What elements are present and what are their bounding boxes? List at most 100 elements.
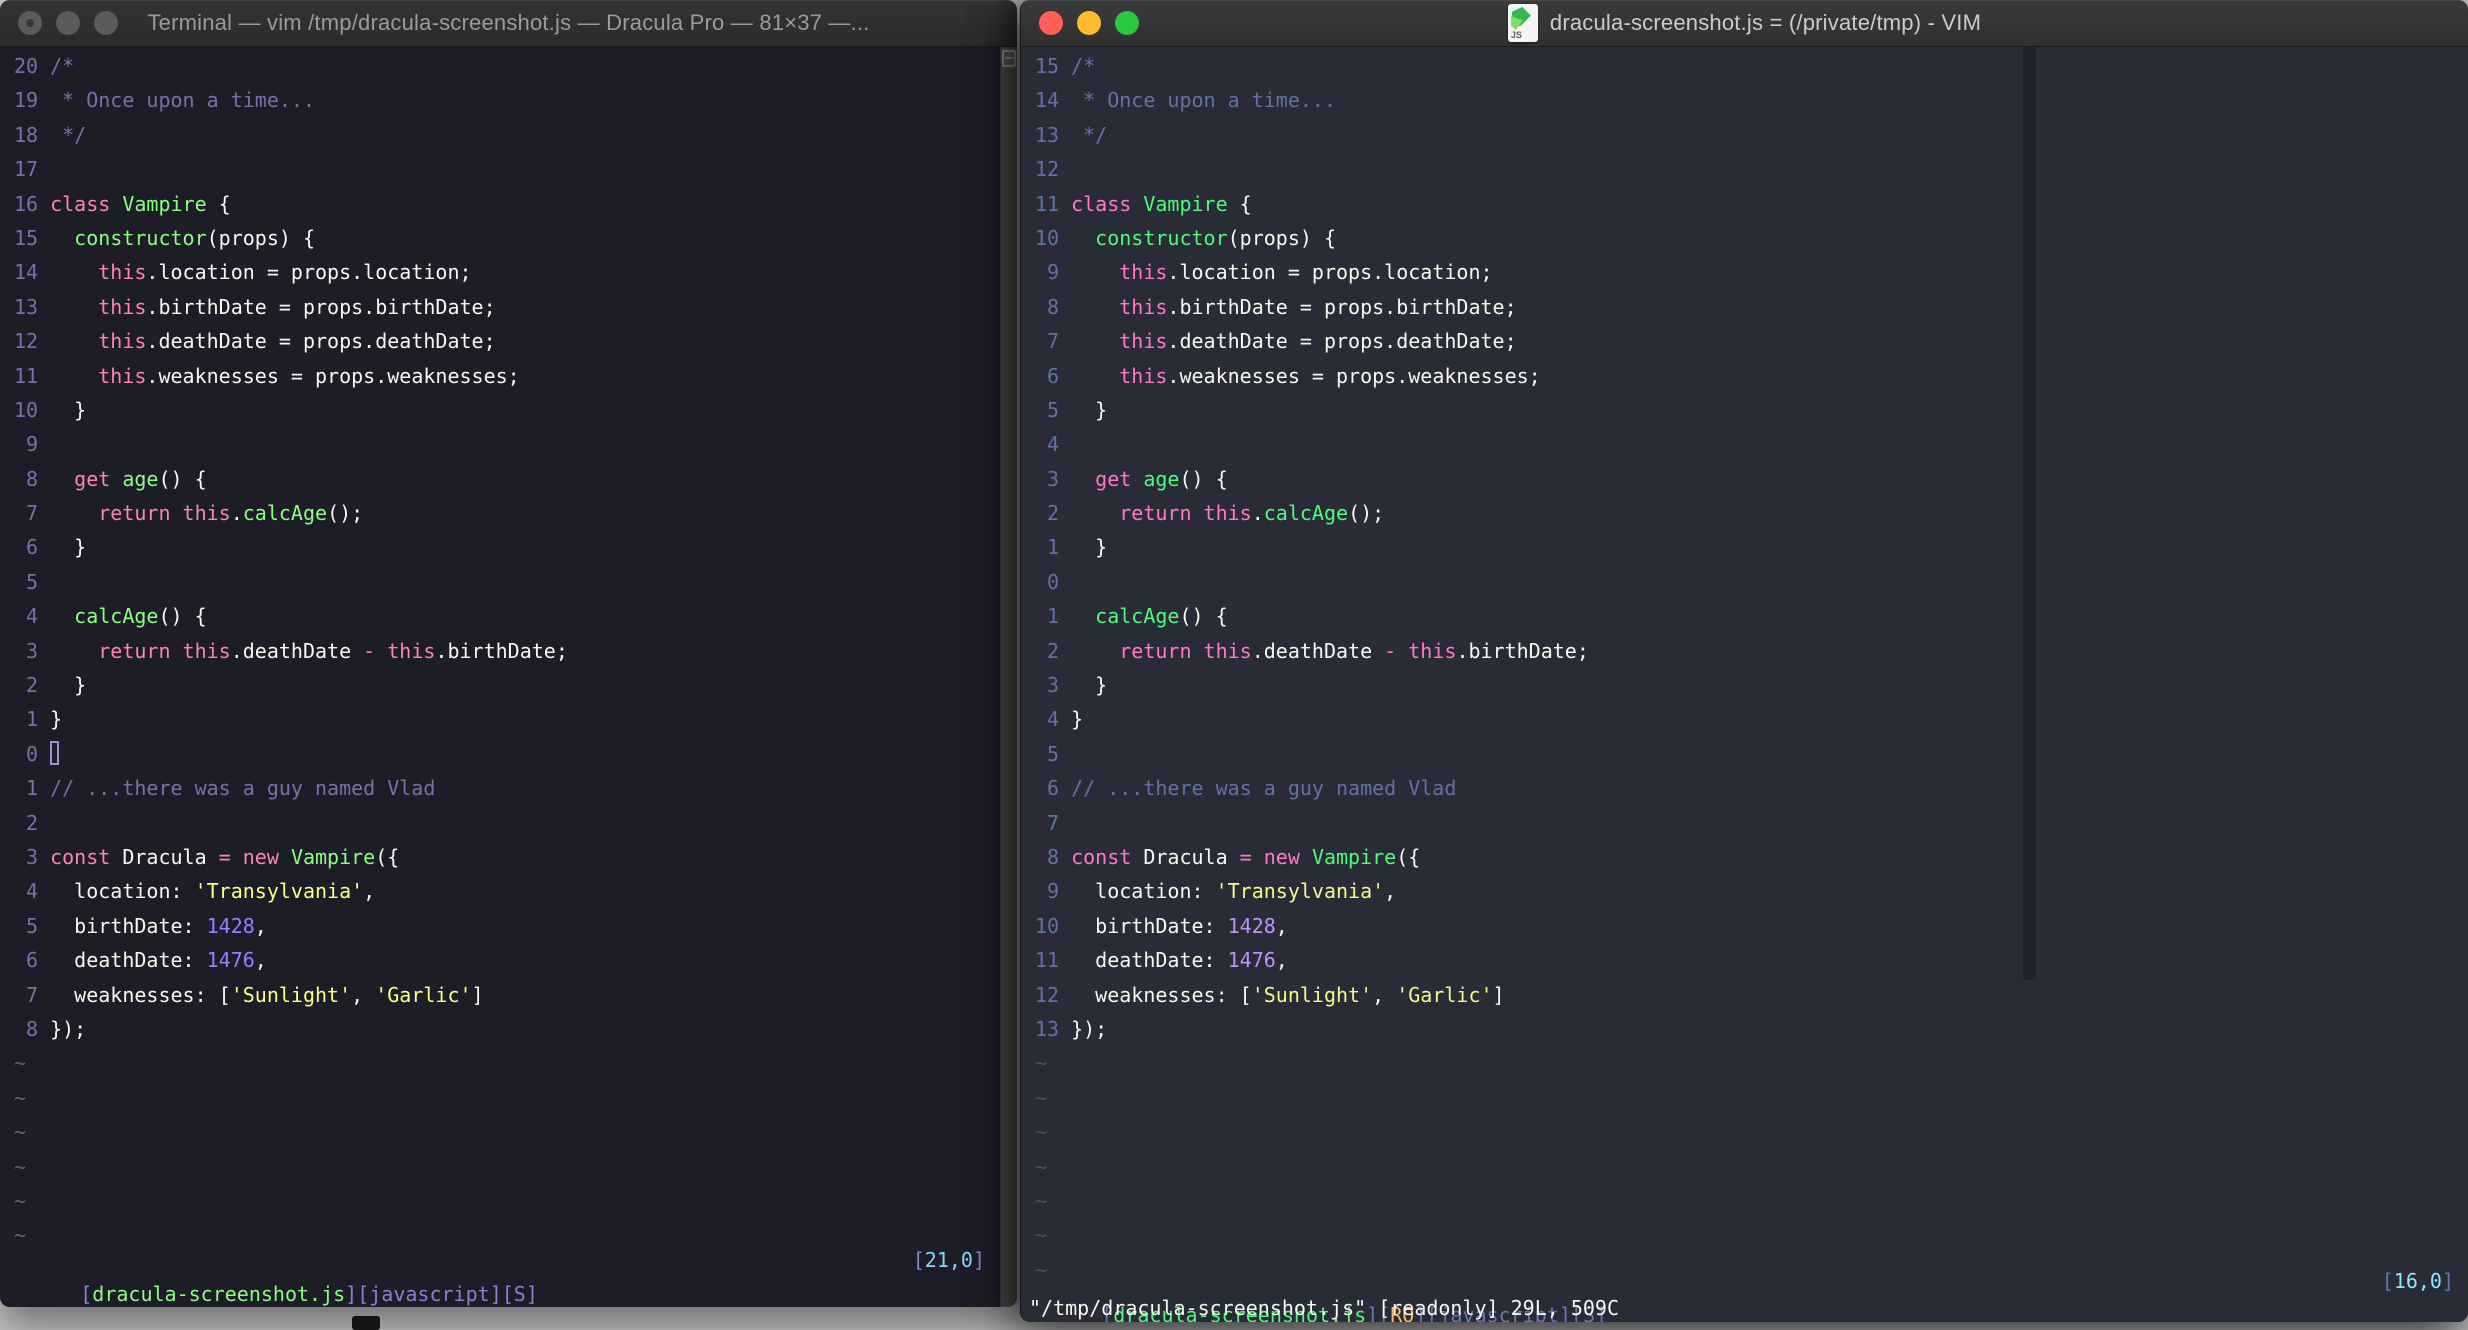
text-segment: [171, 501, 183, 525]
text-segment: 21,0: [924, 1248, 973, 1272]
line-number: 6: [1047, 776, 1060, 801]
code-line[interactable]: 8 get age() {: [0, 462, 1017, 496]
text-segment: ();: [1348, 501, 1385, 526]
code-line[interactable]: 1 // ...there was a guy named Vlad: [0, 771, 1017, 805]
zoom-button[interactable]: [1115, 11, 1139, 35]
code-line[interactable]: 13});: [1021, 1012, 2468, 1046]
text-segment: [1071, 329, 1119, 353]
code-line[interactable]: 9 location: 'Transylvania',: [1021, 874, 2468, 908]
code-line[interactable]: 14 this.location = props.location;: [0, 255, 1017, 289]
code-line[interactable]: 8 this.birthDate = props.birthDate;: [1021, 290, 2468, 324]
code-line[interactable]: 15 constructor(props) {: [0, 221, 1017, 255]
left-buffer[interactable]: 20/* 19 * Once upon a time... 18 */17 16 cla…: [0, 49, 1017, 1253]
text-segment: calcAge: [242, 501, 328, 526]
code-line[interactable]: 0: [1021, 565, 2468, 599]
split-pane-button[interactable]: [1002, 50, 1016, 67]
code-line[interactable]: 6 deathDate: 1476,: [0, 943, 1017, 977]
code-line[interactable]: 4 location: 'Transylvania',: [0, 874, 1017, 908]
code-line[interactable]: 7 return this.calcAge();: [0, 496, 1017, 530]
code-line[interactable]: 2 return this.deathDate - this.birthDate…: [1021, 634, 2468, 668]
code-line[interactable]: 2 }: [0, 668, 1017, 702]
code-line[interactable]: 4: [1021, 427, 2468, 461]
code-line[interactable]: 6 this.weaknesses = props.weaknesses;: [1021, 359, 2468, 393]
macvim-titlebar[interactable]: JS dracula-screenshot.js = (/private/tmp…: [1021, 0, 2468, 47]
code-line[interactable]: 6 // ...there was a guy named Vlad: [1021, 771, 2468, 805]
text-segment: .birthDate;: [435, 638, 568, 663]
code-line[interactable]: 18 */: [0, 118, 1017, 152]
line-number: 4: [1047, 707, 1060, 732]
code-line[interactable]: 9 this.location = props.location;: [1021, 255, 2468, 289]
text-segment: ,: [363, 879, 376, 904]
zoom-button[interactable]: [94, 11, 118, 35]
document-js-icon[interactable]: JS: [1507, 4, 1538, 42]
code-line[interactable]: 3 get age() {: [1021, 462, 2468, 496]
scrollbar[interactable]: [1000, 47, 1017, 1307]
text-segment: return: [98, 501, 171, 526]
code-line[interactable]: 17: [0, 152, 1017, 186]
code-line[interactable]: 8 const Dracula = new Vampire({: [1021, 840, 2468, 874]
line-number: 11: [14, 363, 39, 388]
line-number: 10: [1035, 913, 1060, 938]
code-line[interactable]: 5: [1021, 737, 2468, 771]
code-line[interactable]: 1}: [0, 702, 1017, 736]
code-line[interactable]: 10 constructor(props) {: [1021, 221, 2468, 255]
code-line[interactable]: 9: [0, 427, 1017, 461]
text-segment: Vampire: [122, 191, 207, 216]
text-segment: [1071, 604, 1095, 628]
macvim-window: JS dracula-screenshot.js = (/private/tmp…: [1020, 0, 2468, 1322]
right-buffer[interactable]: 15/* 14 * Once upon a time... 13 */12 11 cla…: [1021, 49, 2468, 1287]
line-number: 13: [1035, 122, 1060, 147]
code-line[interactable]: 3 const Dracula = new Vampire({: [0, 840, 1017, 874]
text-segment: deathDate:: [50, 948, 207, 973]
code-line[interactable]: 16 class Vampire {: [0, 187, 1017, 221]
code-line[interactable]: 13 */: [1021, 118, 2468, 152]
code-line[interactable]: 12 this.deathDate = props.deathDate;: [0, 324, 1017, 358]
text-segment: get: [74, 466, 111, 491]
code-line[interactable]: 20 /*: [0, 49, 1017, 83]
close-button[interactable]: [1039, 11, 1063, 35]
code-line[interactable]: 4}: [1021, 702, 2468, 736]
code-line[interactable]: 12: [1021, 152, 2468, 186]
code-line[interactable]: 5 }: [1021, 393, 2468, 427]
code-line[interactable]: 7: [1021, 806, 2468, 840]
text-segment: new: [1263, 844, 1300, 869]
text-segment: [1071, 295, 1119, 319]
code-line[interactable]: 12 weaknesses: ['Sunlight', 'Garlic']: [1021, 978, 2468, 1012]
code-line[interactable]: 1 calcAge() {: [1021, 599, 2468, 633]
code-line[interactable]: 7 this.deathDate = props.deathDate;: [1021, 324, 2468, 358]
text-segment: }: [50, 673, 87, 698]
code-line[interactable]: 10 }: [0, 393, 1017, 427]
code-line[interactable]: 14 * Once upon a time...: [1021, 83, 2468, 117]
code-line[interactable]: 4 calcAge() {: [0, 599, 1017, 633]
line-number: 0: [1047, 569, 1060, 594]
text-segment: .birthDate;: [1456, 638, 1589, 663]
code-line[interactable]: 7 weaknesses: ['Sunlight', 'Garlic']: [0, 978, 1017, 1012]
terminal-titlebar[interactable]: Terminal — vim /tmp/dracula-screenshot.j…: [0, 0, 1017, 47]
code-line[interactable]: 5 birthDate: 1428,: [0, 909, 1017, 943]
text-segment: location:: [1071, 879, 1216, 904]
code-line[interactable]: 11 class Vampire {: [1021, 187, 2468, 221]
minimize-button[interactable]: [56, 11, 80, 35]
empty-buffer-line: ~: [0, 1081, 1017, 1115]
code-line[interactable]: 2 return this.calcAge();: [1021, 496, 2468, 530]
code-line[interactable]: 3 }: [1021, 668, 2468, 702]
code-line[interactable]: 5: [0, 565, 1017, 599]
code-line[interactable]: 6 }: [0, 530, 1017, 564]
code-line[interactable]: 13 this.birthDate = props.birthDate;: [0, 290, 1017, 324]
code-line[interactable]: 11 deathDate: 1476,: [1021, 943, 2468, 977]
text-segment: [231, 845, 243, 869]
code-line[interactable]: 0: [0, 737, 1017, 771]
code-line[interactable]: 2: [0, 806, 1017, 840]
minimize-button[interactable]: [1077, 11, 1101, 35]
code-line[interactable]: 8});: [0, 1012, 1017, 1046]
code-line[interactable]: 11 this.weaknesses = props.weaknesses;: [0, 359, 1017, 393]
code-line[interactable]: 3 return this.deathDate - this.birthDate…: [0, 634, 1017, 668]
text-segment: {: [206, 191, 231, 216]
code-line[interactable]: 19 * Once upon a time...: [0, 83, 1017, 117]
text-segment: const: [1071, 844, 1132, 869]
code-line[interactable]: 10 birthDate: 1428,: [1021, 909, 2468, 943]
line-number: 14: [14, 260, 39, 285]
code-line[interactable]: 1 }: [1021, 530, 2468, 564]
code-line[interactable]: 15 /*: [1021, 49, 2468, 83]
close-button[interactable]: [18, 11, 42, 35]
